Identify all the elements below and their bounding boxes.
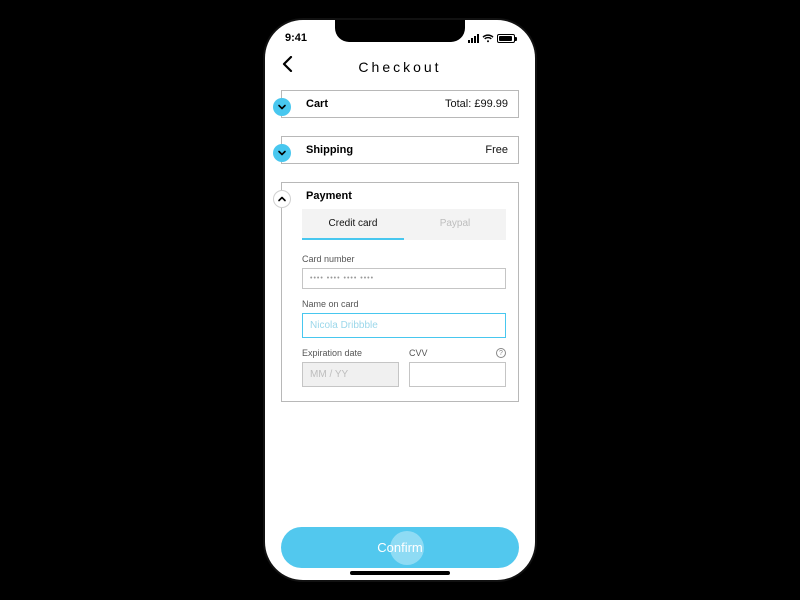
wifi-icon [482, 34, 494, 43]
shipping-section: Shipping Free [281, 136, 519, 164]
tab-paypal[interactable]: Paypal [404, 209, 506, 240]
payment-label: Payment [306, 190, 352, 202]
payment-tabs: Credit card Paypal [302, 209, 506, 240]
cvv-input[interactable] [409, 362, 506, 387]
shipping-label: Shipping [306, 144, 353, 156]
cart-section: Cart Total: £99.99 [281, 90, 519, 118]
signal-icon [468, 34, 479, 43]
footer: Confirm [265, 527, 535, 580]
phone-frame: 9:41 Checkout Cart Total: £99.99 [265, 20, 535, 580]
expiration-input[interactable] [302, 362, 399, 387]
name-on-card-label: Name on card [302, 299, 506, 309]
cart-total: Total: £99.99 [445, 98, 508, 110]
card-number-input[interactable]: •••• •••• •••• •••• [302, 268, 506, 289]
checkout-content: Cart Total: £99.99 Shipping Free Payment [265, 82, 535, 510]
payment-collapse-toggle[interactable] [273, 190, 291, 208]
home-indicator [350, 571, 450, 575]
cart-expand-toggle[interactable] [273, 98, 291, 116]
cart-label: Cart [306, 98, 328, 110]
cvv-help-icon[interactable]: ? [496, 348, 506, 358]
shipping-expand-toggle[interactable] [273, 144, 291, 162]
payment-section: Payment Credit card Paypal Card number •… [281, 182, 519, 402]
confirm-button[interactable]: Confirm [281, 527, 519, 568]
tab-credit-card[interactable]: Credit card [302, 209, 404, 240]
cvv-label: CVV [409, 348, 506, 358]
confirm-label: Confirm [377, 540, 423, 555]
card-number-label: Card number [302, 254, 506, 264]
page-title: Checkout [358, 59, 441, 75]
device-notch [335, 20, 465, 42]
status-indicators [468, 34, 515, 43]
battery-icon [497, 34, 515, 43]
page-header: Checkout [265, 52, 535, 82]
name-on-card-input[interactable] [302, 313, 506, 338]
expiration-label: Expiration date [302, 348, 399, 358]
back-button[interactable] [277, 54, 297, 74]
shipping-value: Free [485, 144, 508, 156]
status-time: 9:41 [285, 32, 307, 44]
